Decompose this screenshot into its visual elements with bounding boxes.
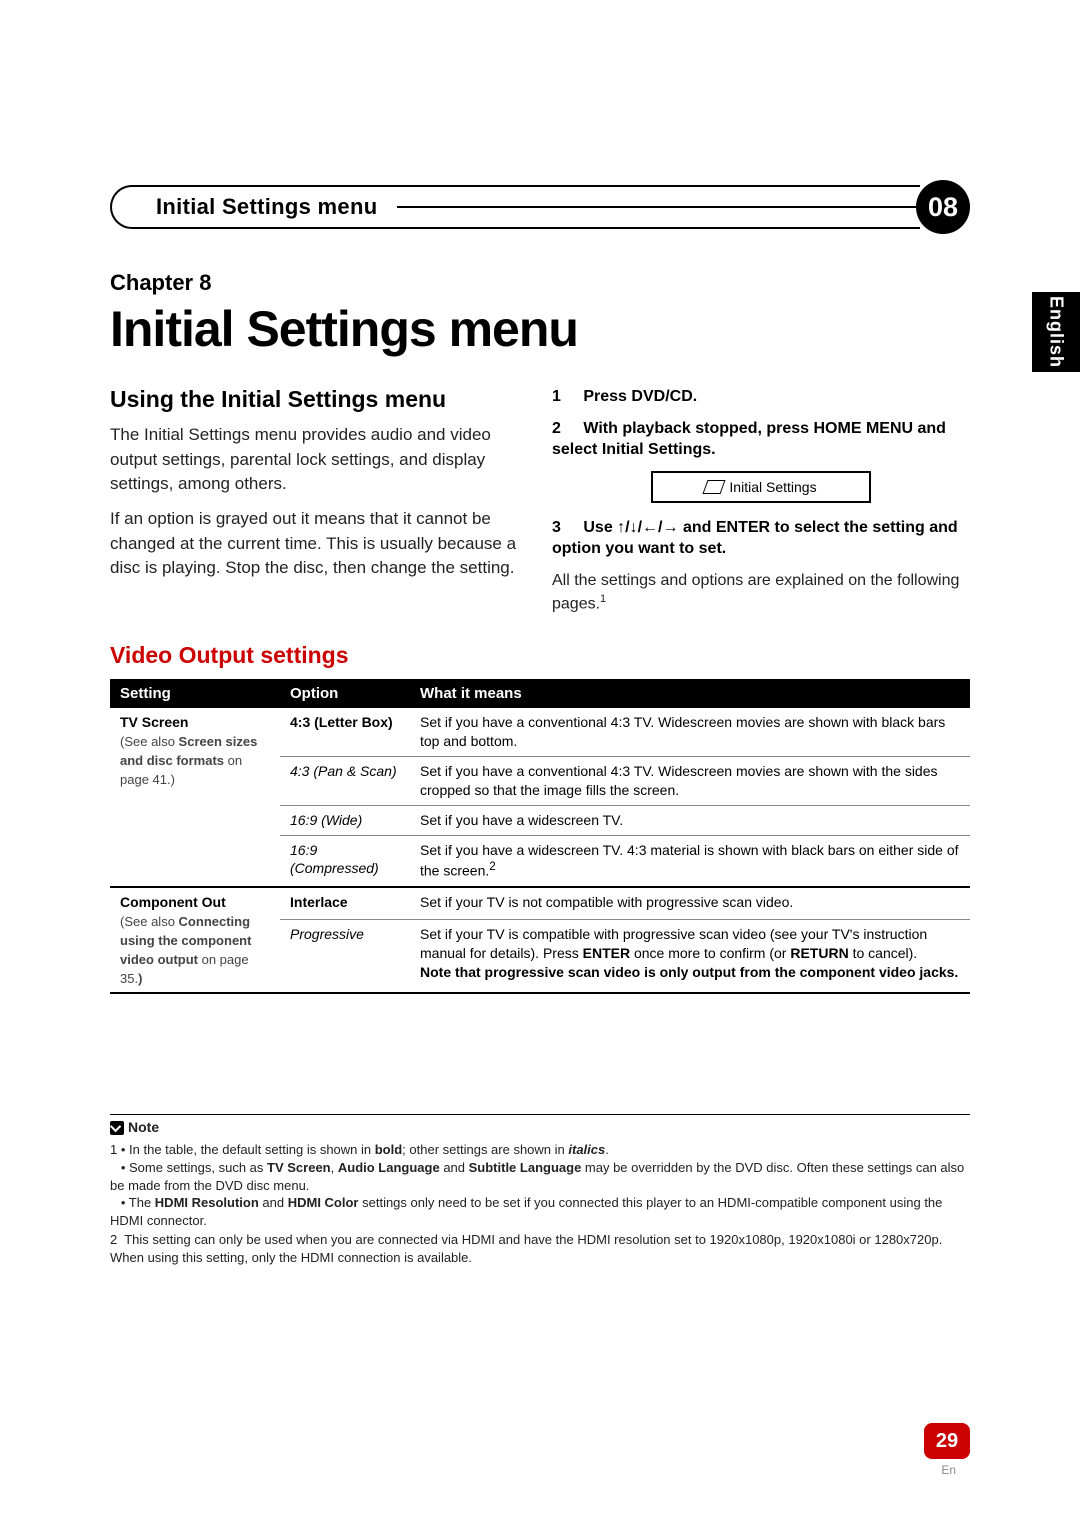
intro-p1: The Initial Settings menu provides audio… bbox=[110, 423, 528, 497]
osd-label: Initial Settings bbox=[729, 479, 816, 495]
page-number-badge: 29 bbox=[924, 1423, 970, 1459]
page-lang: En bbox=[941, 1463, 956, 1477]
step-3-num: 3 bbox=[552, 519, 561, 536]
step-1-num: 1 bbox=[552, 388, 561, 405]
note-icon bbox=[110, 1121, 124, 1135]
table-row: Component Out(See also Connecting using … bbox=[110, 887, 970, 920]
cell-option: Interlace bbox=[280, 887, 410, 920]
th-option: Option bbox=[280, 679, 410, 708]
note-2: 2 This setting can only be used when you… bbox=[110, 1231, 970, 1266]
step-2-num: 2 bbox=[552, 420, 561, 437]
intro-heading: Using the Initial Settings menu bbox=[110, 386, 528, 413]
intro-p2: If an option is grayed out it means that… bbox=[110, 507, 528, 581]
osd-icon bbox=[703, 480, 726, 494]
chapter-number-badge: 08 bbox=[916, 180, 970, 234]
cell-desc: Set if you have a widescreen TV. 4:3 mat… bbox=[410, 835, 970, 887]
cell-desc: Set if you have a conventional 4:3 TV. W… bbox=[410, 708, 970, 756]
table-header-row: Setting Option What it means bbox=[110, 679, 970, 708]
cell-setting: TV Screen(See also Screen sizes and disc… bbox=[110, 708, 280, 887]
notes-block: Note 1 • In the table, the default setti… bbox=[110, 1114, 970, 1266]
cell-option: 16:9 (Wide) bbox=[280, 805, 410, 835]
cell-desc: Set if you have a conventional 4:3 TV. W… bbox=[410, 756, 970, 805]
step-2: 2 With playback stopped, press HOME MENU… bbox=[552, 418, 970, 461]
cell-option: 16:9 (Compressed) bbox=[280, 835, 410, 887]
cell-option: Progressive bbox=[280, 920, 410, 994]
table-row: TV Screen(See also Screen sizes and disc… bbox=[110, 708, 970, 756]
note-label: Note bbox=[110, 1118, 159, 1137]
chapter-label: Chapter 8 bbox=[110, 270, 970, 296]
th-setting: Setting bbox=[110, 679, 280, 708]
settings-table: Setting Option What it means TV Screen(S… bbox=[110, 679, 970, 994]
step-3-note: All the settings and options are explain… bbox=[552, 570, 970, 616]
video-output-heading: Video Output settings bbox=[110, 642, 970, 669]
cell-option: 4:3 (Letter Box) bbox=[280, 708, 410, 756]
cell-desc: Set if you have a widescreen TV. bbox=[410, 805, 970, 835]
header-title: Initial Settings menu bbox=[138, 194, 389, 220]
chapter-header: Initial Settings menu 08 bbox=[110, 180, 970, 234]
main-title: Initial Settings menu bbox=[110, 300, 970, 358]
step-1: 1 Press DVD/CD. bbox=[552, 386, 970, 408]
th-meaning: What it means bbox=[410, 679, 970, 708]
cell-setting: Component Out(See also Connecting using … bbox=[110, 887, 280, 993]
cell-option: 4:3 (Pan & Scan) bbox=[280, 756, 410, 805]
note-1: 1 • In the table, the default setting is… bbox=[110, 1141, 970, 1229]
language-tab: English bbox=[1032, 292, 1080, 372]
step-3: 3 Use ↑/↓/←/→ and ENTER to select the se… bbox=[552, 517, 970, 560]
cell-desc: Set if your TV is not compatible with pr… bbox=[410, 887, 970, 920]
cell-desc: Set if your TV is compatible with progre… bbox=[410, 920, 970, 994]
osd-diagram: Initial Settings bbox=[651, 471, 871, 503]
